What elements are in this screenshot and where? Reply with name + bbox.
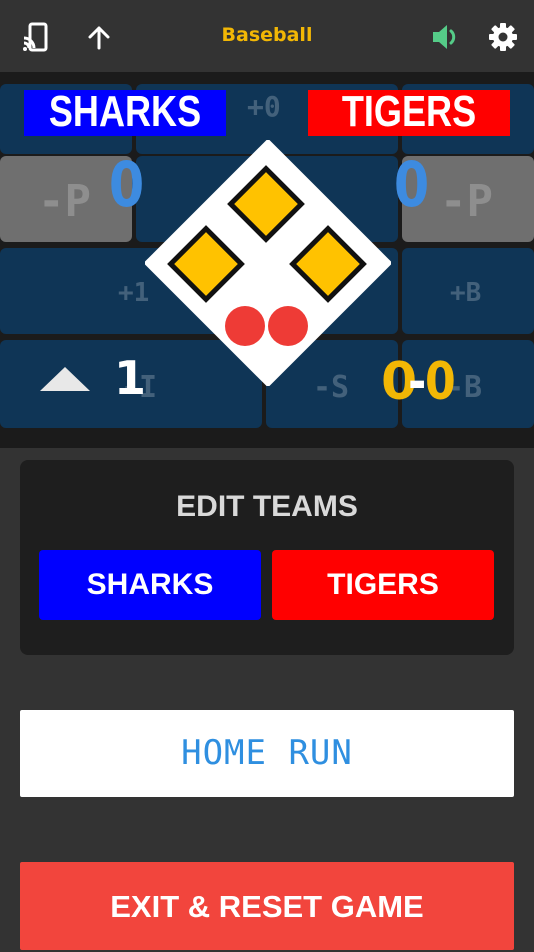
- ghost-label-plus-b: +B: [450, 278, 482, 308]
- edit-home-team-button[interactable]: SHARKS: [39, 550, 261, 620]
- out-dot: [225, 306, 265, 346]
- inning-top-arrow-icon: [40, 367, 90, 391]
- away-score[interactable]: 0: [394, 154, 429, 216]
- out-dot: [268, 306, 308, 346]
- volume-icon[interactable]: [431, 23, 461, 51]
- ghost-label-top: +0: [247, 90, 281, 123]
- exit-reset-button[interactable]: EXIT & RESET GAME: [20, 862, 514, 950]
- edit-teams-title: EDIT TEAMS: [176, 490, 358, 523]
- gear-icon[interactable]: [488, 22, 518, 52]
- strikes-count: 0: [425, 352, 456, 412]
- edit-teams-panel: EDIT TEAMS SHARKS TIGERS: [20, 460, 514, 655]
- ghost-label-right-p: -P: [440, 176, 493, 227]
- app-header: Baseball: [0, 0, 534, 72]
- home-team-name: SHARKS: [48, 87, 202, 136]
- base-diamond: [145, 140, 391, 386]
- scoreboard: +0 -P -P +1 +B -I -S -B SHARKS TIGERS 0 …: [0, 72, 534, 448]
- inning-number: 1: [114, 351, 147, 405]
- home-run-button[interactable]: HOME RUN: [20, 710, 514, 797]
- home-score[interactable]: 0: [109, 154, 144, 216]
- ghost-label-left-p: -P: [38, 176, 91, 227]
- away-team-name: TIGERS: [341, 87, 477, 136]
- count-separator: -: [408, 352, 427, 412]
- edit-away-team-button[interactable]: TIGERS: [272, 550, 494, 620]
